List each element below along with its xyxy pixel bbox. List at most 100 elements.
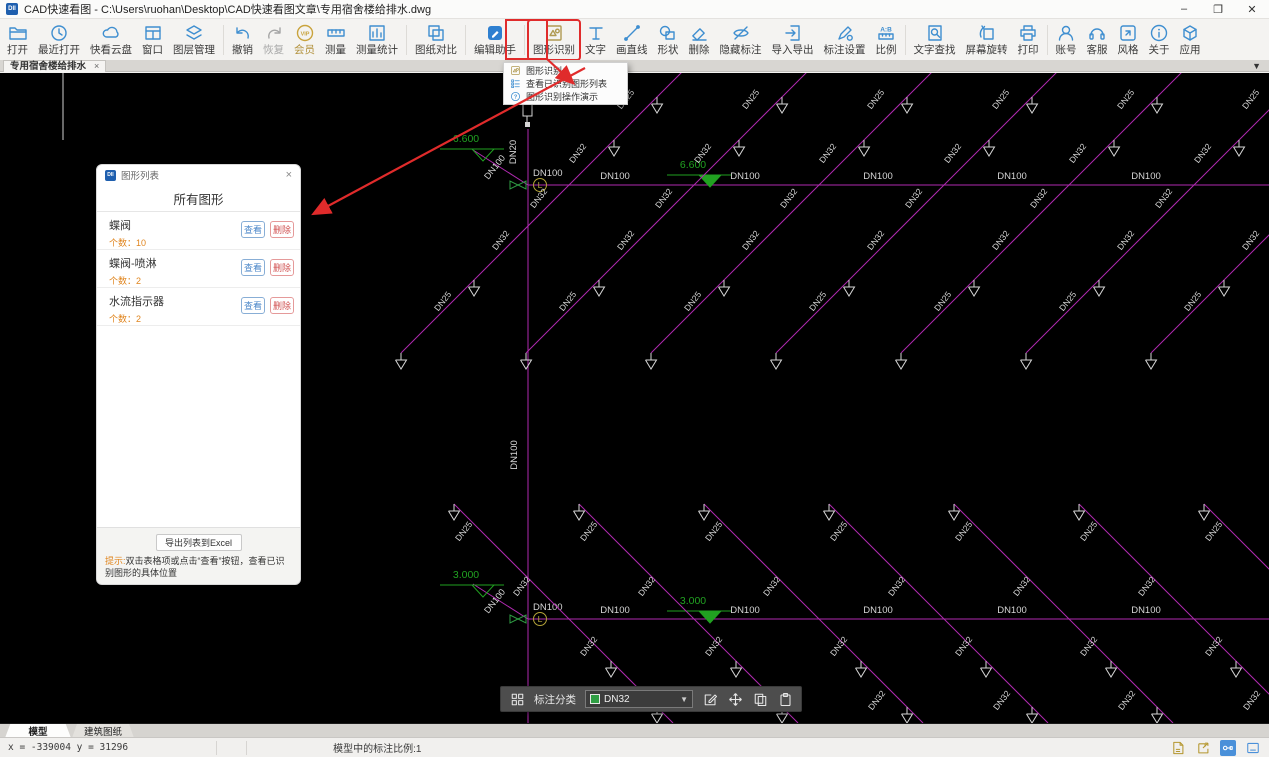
tab-close-icon[interactable]: × [94, 61, 99, 72]
panel-toggle-icon[interactable] [1245, 740, 1261, 756]
classify-select[interactable]: DN32 ▼ [585, 690, 693, 708]
select-caret-icon: ▼ [680, 695, 688, 704]
toolbar-button-cloud[interactable]: 快看云盘 [85, 20, 137, 60]
sprinkler-icon [902, 104, 913, 113]
graphics-list-row[interactable]: 蝶阀-喷淋个数：2查看删除 [97, 250, 300, 288]
toolbar-button-text[interactable]: 文字 [580, 20, 611, 60]
toolbar-button-styleic[interactable]: 风格 [1113, 20, 1144, 60]
toolbar-button-app[interactable]: 应用 [1175, 20, 1206, 60]
toolbar-button-scale[interactable]: A:B比例 [871, 20, 902, 60]
toolbar-button-assistant[interactable]: 编辑助手 [469, 20, 521, 60]
status-icon-group [1170, 740, 1261, 756]
svg-text:?: ? [514, 94, 518, 100]
toolbar-button-stats[interactable]: 测量统计 [351, 20, 403, 60]
toolbar-button-label: 文字查找 [914, 44, 956, 57]
share-drawing-icon[interactable] [1195, 740, 1211, 756]
sprinkler-icon [609, 147, 620, 156]
annotation-scale: 模型中的标注比例:1 [333, 740, 421, 755]
toolbar-button-rotate[interactable]: 屏幕旋转 [961, 20, 1013, 60]
rotate-icon [977, 23, 997, 44]
menu-item-1[interactable]: 图形识别 [504, 64, 627, 77]
toolbar-button-label: 图层管理 [173, 44, 215, 57]
tab-list-caret-icon[interactable]: ▼ [1252, 61, 1261, 71]
menu-item-3[interactable]: ?图形识别操作演示 [504, 90, 627, 103]
elevation-marker-icon [472, 149, 494, 161]
export-excel-button[interactable]: 导出列表到Excel [156, 534, 242, 551]
toolbar-button-recent[interactable]: 最近打开 [33, 20, 85, 60]
pipe-label: DN32 [740, 228, 761, 251]
document-tab[interactable]: 专用宿舍楼给排水 × [3, 60, 106, 72]
sprinkler-icon [1027, 714, 1038, 723]
toolbar-button-annoset[interactable]: 标注设置 [819, 20, 871, 60]
menu-item-2[interactable]: 查看已识别图形列表 [504, 77, 627, 90]
dialog-tip: 提示:双击表格项或点击“查看”按钮，查看已识别图形的具体位置 [105, 555, 292, 579]
close-button[interactable]: ✕ [1235, 0, 1269, 18]
graphics-list-row[interactable]: 蝶阀个数：10查看删除 [97, 212, 300, 250]
copy-icon[interactable] [752, 691, 768, 707]
sprinkler-icon [771, 360, 782, 369]
toolbar-button-undo[interactable]: 撤销 [227, 20, 258, 60]
toolbar-button-shape[interactable]: 形状 [653, 20, 684, 60]
toolbar-button-compare[interactable]: 图纸对比 [410, 20, 462, 60]
sprinkler-icon [1074, 511, 1085, 520]
toolbar-button-label: 测量 [325, 44, 346, 57]
pipe-label: DN25 [432, 289, 453, 312]
toolbar-button-service[interactable]: 客服 [1082, 20, 1113, 60]
tip-prefix: 提示: [105, 556, 126, 566]
sheet-tab-drawing[interactable]: 建筑图纸 [72, 724, 134, 738]
delete-button[interactable]: 删除 [270, 259, 294, 276]
toolbar-button-about[interactable]: 关于 [1144, 20, 1175, 60]
document-tab-bar: 专用宿舍楼给排水 × ▼ [0, 60, 1269, 72]
sprinkler-icon [699, 511, 710, 520]
paste-icon[interactable] [777, 691, 793, 707]
view-button[interactable]: 查看 [241, 297, 265, 314]
toolbar-button-label: 导入导出 [772, 44, 814, 57]
dialog-close-icon[interactable]: × [286, 169, 292, 181]
recognize-dropdown-menu: 图形识别查看已识别图形列表?图形识别操作演示 [503, 62, 628, 105]
pipe-label: DN32 [865, 228, 886, 251]
pipe-label: DN25 [1182, 289, 1203, 312]
pipe-label: DN32 [1240, 228, 1261, 251]
maximize-button[interactable]: ❐ [1201, 0, 1235, 18]
butterfly-valve-icon [510, 181, 518, 189]
toolbar-button-hide[interactable]: 隐藏标注 [715, 20, 767, 60]
toolbar-button-find[interactable]: 文字查找 [909, 20, 961, 60]
pipe-label: DN25 [990, 87, 1011, 110]
delete-button[interactable]: 删除 [270, 221, 294, 238]
sprinkler-icon [856, 668, 867, 677]
graphics-list: 蝶阀个数：10查看删除蝶阀-喷淋个数：2查看删除水流指示器个数：2查看删除 [97, 212, 300, 527]
toolbar-button-erase[interactable]: 删除 [684, 20, 715, 60]
view-button[interactable]: 查看 [241, 221, 265, 238]
delete-button[interactable]: 删除 [270, 297, 294, 314]
toolbar-button-label: 删除 [689, 44, 710, 57]
toolbar-button-layers[interactable]: 图层管理 [168, 20, 220, 60]
document-tab-label: 专用宿舍楼给排水 [10, 61, 86, 72]
sheet-tab-model[interactable]: 模型 [5, 724, 71, 738]
annotation-mode-icon[interactable] [1220, 740, 1236, 756]
pdf-export-icon[interactable] [1170, 740, 1186, 756]
toolbar-button-open[interactable]: 打开 [2, 20, 33, 60]
shape-name: 蝶阀-喷淋 [109, 255, 294, 271]
graphics-list-row[interactable]: 水流指示器个数：2查看删除 [97, 288, 300, 326]
toolbar-button-redo[interactable]: 恢复 [258, 20, 289, 60]
toolbar-button-measure[interactable]: 测量 [320, 20, 351, 60]
pipe-label: DN25 [682, 289, 703, 312]
pipe-label: DN32 [886, 574, 907, 597]
view-button[interactable]: 查看 [241, 259, 265, 276]
toolbar-button-impexp[interactable]: 导入导出 [767, 20, 819, 60]
toolbar-button-line[interactable]: 画直线 [611, 20, 653, 60]
grid-icon[interactable] [509, 691, 525, 707]
toolbar-button-recognize[interactable]: 图形识别 [528, 20, 580, 60]
sheet-tab-bar: 模型 建筑图纸 [0, 723, 1269, 737]
toolbar-button-vip[interactable]: VIP会员 [289, 20, 320, 60]
about-icon [1149, 23, 1169, 44]
toolbar-button-account[interactable]: 账号 [1051, 20, 1082, 60]
edit-icon[interactable] [702, 691, 718, 707]
minimize-button[interactable]: – [1167, 0, 1201, 18]
pipe-label: DN25 [740, 87, 761, 110]
shape-name: 水流指示器 [109, 293, 294, 309]
toolbar-button-print[interactable]: 打印 [1013, 20, 1044, 60]
move-icon[interactable] [727, 691, 743, 707]
pipe-label: DN32 [991, 688, 1012, 711]
toolbar-button-window[interactable]: 窗口 [137, 20, 168, 60]
